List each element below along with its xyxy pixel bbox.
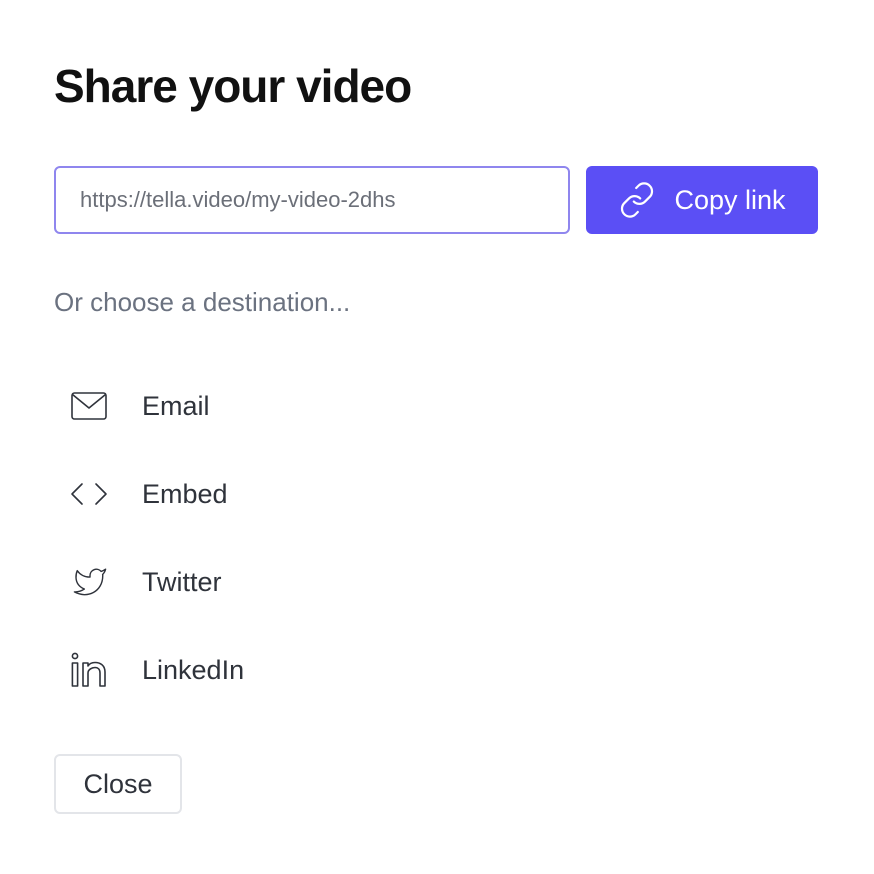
mail-icon (54, 391, 126, 421)
link-icon (618, 181, 656, 219)
destination-label: Email (142, 390, 210, 421)
destination-label: Twitter (142, 566, 222, 597)
dialog-title: Share your video (54, 60, 412, 112)
share-dialog: Share your video Copy link Or choose a d… (0, 0, 874, 874)
share-url-input[interactable] (54, 166, 570, 234)
destination-list: Email Embed Twitter LinkedIn (54, 362, 474, 714)
destination-email[interactable]: Email (54, 362, 474, 450)
linkedin-icon (54, 652, 126, 688)
share-link-row: Copy link (54, 166, 818, 234)
twitter-icon (54, 565, 126, 599)
copy-link-label: Copy link (674, 184, 786, 215)
destination-twitter[interactable]: Twitter (54, 538, 474, 626)
copy-link-button[interactable]: Copy link (586, 166, 818, 234)
destination-linkedin[interactable]: LinkedIn (54, 626, 474, 714)
destination-prompt: Or choose a destination... (54, 287, 351, 317)
destination-label: LinkedIn (142, 654, 245, 685)
code-icon (54, 481, 126, 507)
destination-label: Embed (142, 478, 228, 509)
destination-embed[interactable]: Embed (54, 450, 474, 538)
close-button[interactable]: Close (54, 754, 182, 814)
